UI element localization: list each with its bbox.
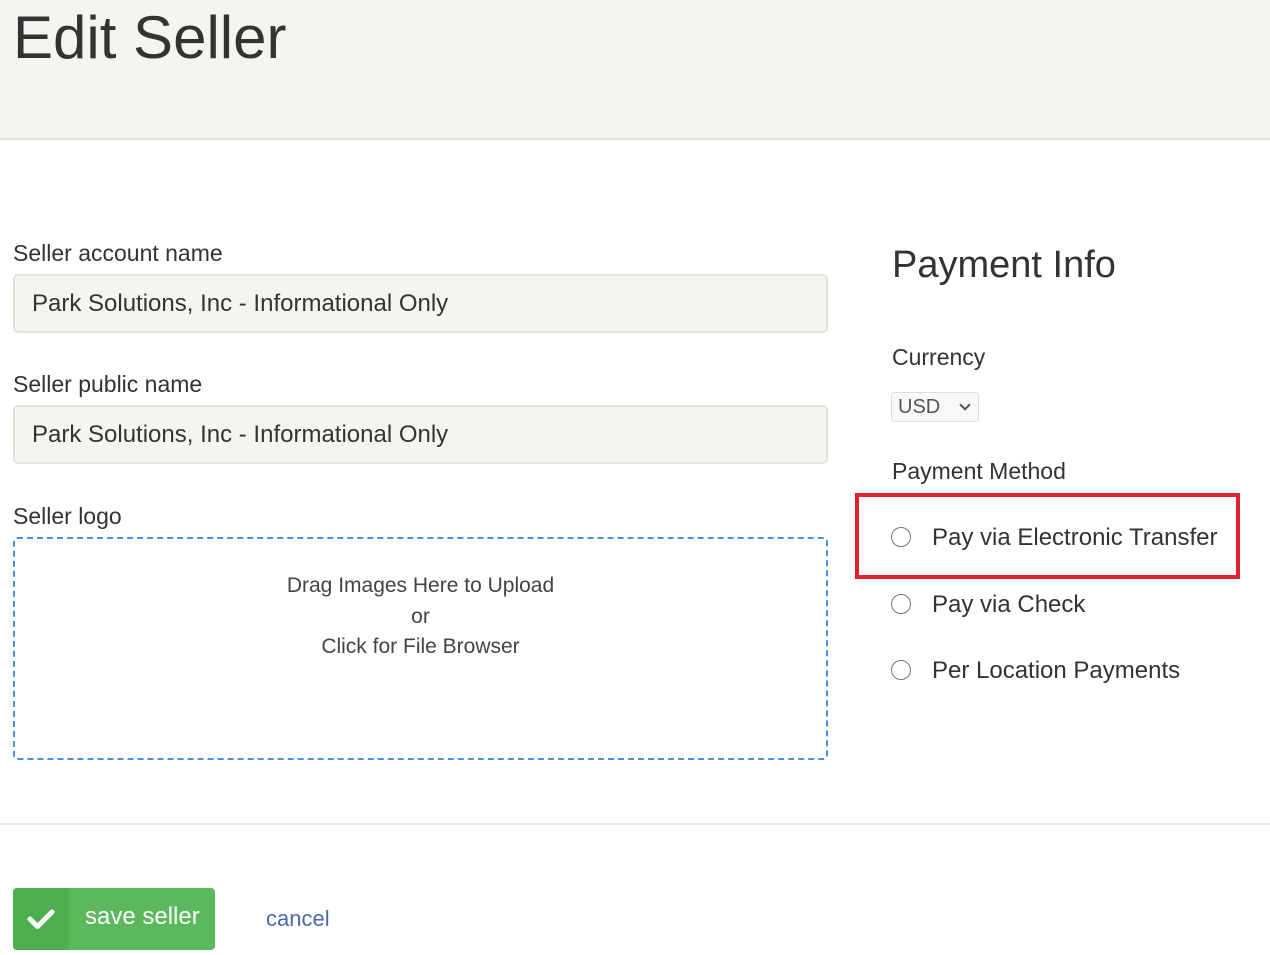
- save-seller-button[interactable]: save seller: [13, 888, 215, 950]
- radio-button[interactable]: [891, 660, 911, 680]
- currency-selected-value: USD: [898, 396, 941, 418]
- page-header: Edit Seller: [0, 0, 1270, 140]
- radio-label: Pay via Check: [932, 591, 1086, 618]
- radio-button[interactable]: [891, 594, 911, 614]
- seller-logo-label: Seller logo: [13, 503, 122, 529]
- page-title: Edit Seller: [13, 4, 287, 71]
- dropzone-line-browse: Click for File Browser: [321, 635, 520, 658]
- dropzone-text: Drag Images Here to Upload or Click for …: [15, 571, 826, 663]
- cancel-link[interactable]: cancel: [266, 904, 330, 934]
- seller-logo-dropzone[interactable]: Drag Images Here to Upload or Click for …: [13, 537, 828, 760]
- payment-method-label: Payment Method: [892, 458, 1066, 484]
- seller-public-name-input[interactable]: [13, 405, 828, 464]
- payment-info-title: Payment Info: [892, 244, 1116, 286]
- currency-label: Currency: [892, 344, 986, 370]
- radio-label: Pay via Electronic Transfer: [932, 524, 1218, 551]
- radio-label: Per Location Payments: [932, 657, 1181, 684]
- chevron-down-icon: [959, 399, 971, 411]
- seller-public-name-label: Seller public name: [13, 371, 203, 397]
- check-icon: [13, 888, 69, 950]
- save-seller-label: save seller: [85, 903, 200, 930]
- footer-divider: [0, 823, 1270, 825]
- currency-select[interactable]: USD: [891, 392, 979, 422]
- radio-button[interactable]: [891, 527, 911, 547]
- seller-account-name-input[interactable]: [13, 274, 828, 333]
- dropzone-line-drag: Drag Images Here to Upload: [286, 574, 555, 597]
- seller-account-name-label: Seller account name: [13, 240, 223, 266]
- dropzone-line-or: or: [411, 604, 430, 628]
